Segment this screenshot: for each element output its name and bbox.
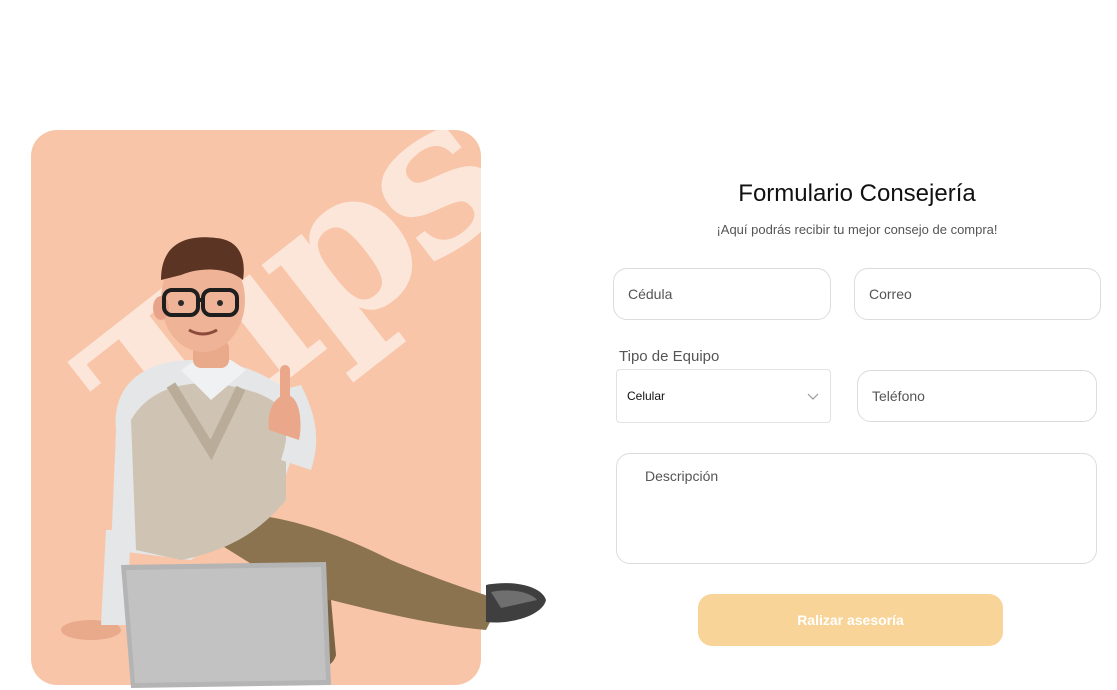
correo-placeholder: Correo	[869, 286, 912, 302]
tipo-equipo-value: Celular	[627, 389, 666, 403]
descripcion-placeholder: Descripción	[645, 468, 719, 484]
tipo-equipo-select[interactable]: Celular	[616, 369, 831, 423]
telefono-placeholder: Teléfono	[872, 388, 925, 404]
correo-field[interactable]: Correo	[854, 268, 1101, 320]
chevron-down-icon	[807, 393, 819, 400]
cedula-placeholder: Cédula	[628, 286, 673, 302]
submit-button[interactable]: Ralizar asesoría	[698, 594, 1003, 646]
cedula-field[interactable]: Cédula	[613, 268, 831, 320]
descripcion-textarea[interactable]: Descripción	[616, 453, 1097, 564]
telefono-field[interactable]: Teléfono	[857, 370, 1097, 422]
tipo-equipo-label: Tipo de Equipo	[619, 348, 720, 365]
person-illustration	[61, 237, 546, 688]
form-title: Formulario Consejería	[738, 180, 976, 207]
form-subtitle: ¡Aquí podrás recibir tu mejor consejo de…	[716, 222, 998, 237]
